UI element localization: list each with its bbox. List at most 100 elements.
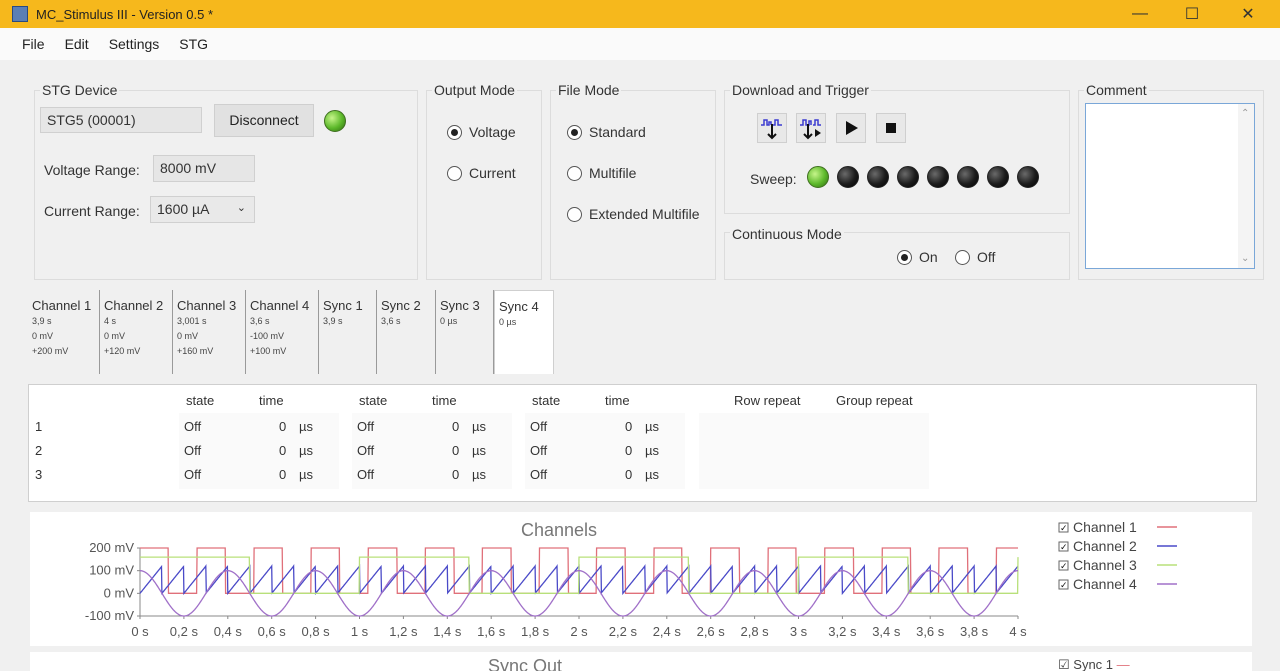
tab-detail: 0 µs (440, 316, 458, 326)
minimize-button[interactable]: — (1112, 0, 1168, 28)
state-cell[interactable]: Off (357, 419, 374, 434)
time-cell[interactable]: 0 (279, 443, 286, 458)
tab-channel-1[interactable]: Channel 1 3,9 s 0 mV +200 mV (28, 290, 100, 374)
time-cell[interactable]: 0 (625, 443, 632, 458)
tab-channel-3[interactable]: Channel 3 3,001 s 0 mV +160 mV (173, 290, 246, 374)
stop-icon[interactable] (876, 113, 906, 143)
radio-label: Voltage (469, 124, 516, 140)
tab-sync-2[interactable]: Sync 2 3,6 s (377, 290, 436, 374)
tab-detail: 0 mV (32, 331, 54, 341)
comment-scrollbar[interactable]: ⌃ ⌄ (1238, 104, 1254, 268)
radio-standard[interactable]: Standard (567, 124, 646, 140)
pulse-table: state time state time state time Row rep… (28, 384, 1257, 502)
tab-channel-2[interactable]: Channel 2 4 s 0 mV +120 mV (100, 290, 173, 374)
state-cell[interactable]: Off (184, 443, 201, 458)
state-cell[interactable]: Off (530, 419, 547, 434)
tab-label: Channel 2 (104, 298, 164, 313)
time-cell[interactable]: 0 (279, 467, 286, 482)
chevron-down-icon: ⌄ (236, 202, 246, 214)
disconnect-button[interactable]: Disconnect (214, 104, 314, 137)
time-cell[interactable]: 0 (452, 419, 459, 434)
tab-channel-4[interactable]: Channel 4 3,6 s -100 mV +100 mV (246, 290, 319, 374)
scroll-down-icon[interactable]: ⌄ (1241, 253, 1249, 264)
time-unit: µs (472, 467, 486, 482)
download-icon[interactable] (757, 113, 787, 143)
radio-label: Off (977, 249, 996, 265)
radio-indicator (567, 165, 582, 181)
comment-title: Comment (1084, 82, 1149, 98)
download-start-icon[interactable] (796, 113, 826, 143)
state-cell[interactable]: Off (357, 467, 374, 482)
radio-voltage[interactable]: Voltage (447, 124, 516, 140)
current-range-select[interactable]: 1600 µA ⌄ (150, 196, 255, 223)
sweep-led (867, 166, 889, 188)
tab-detail: 0 µs (499, 317, 517, 327)
scroll-up-icon[interactable]: ⌃ (1241, 108, 1249, 119)
output-mode-title: Output Mode (432, 82, 517, 98)
time-cell[interactable]: 0 (452, 467, 459, 482)
table-row[interactable]: 1 Off 0 µs Off 0 µs Off 0 µs (29, 415, 1258, 439)
radio-continuous-off[interactable]: Off (955, 249, 995, 265)
tab-detail: +120 mV (104, 346, 141, 356)
legend-label: Channel 4 (1073, 576, 1137, 592)
channels-chart-svg: Channels 200 mV 100 mV 0 mV -100 mV0 s 0,2 s 0… (85, 519, 1177, 639)
time-unit: µs (299, 443, 313, 458)
menu-file[interactable]: File (12, 36, 55, 52)
menu-settings[interactable]: Settings (99, 36, 170, 52)
sync-legend-label: Sync 1 (1073, 657, 1114, 671)
sweep-led (837, 166, 859, 188)
play-icon[interactable] (836, 113, 866, 143)
column-header-state: state (186, 393, 215, 408)
state-cell[interactable]: Off (357, 443, 374, 458)
channel-tabs: Channel 1 3,9 s 0 mV +200 mV Channel 2 4… (28, 290, 554, 374)
table-row[interactable]: 3 Off 0 µs Off 0 µs Off 0 µs (29, 463, 1258, 487)
download-trigger-title: Download and Trigger (730, 82, 871, 98)
maximize-button[interactable]: ☐ (1164, 0, 1220, 28)
file-mode-title: File Mode (556, 82, 622, 98)
time-cell[interactable]: 0 (625, 467, 632, 482)
x-tick-label: 1,6 s (477, 624, 506, 639)
tab-detail: 3,6 s (250, 316, 270, 326)
sweep-led (1017, 166, 1039, 188)
x-tick-label: 3,2 s (828, 624, 857, 639)
tab-sync-4[interactable]: Sync 4 0 µs (494, 290, 554, 374)
time-unit: µs (472, 443, 486, 458)
radio-extended-multifile[interactable]: Extended Multifile (567, 206, 700, 222)
y-tick-label: 0 mV (104, 585, 135, 600)
tab-detail: -100 mV (250, 331, 285, 341)
state-cell[interactable]: Off (184, 419, 201, 434)
time-unit: µs (299, 419, 313, 434)
output-mode-group (426, 90, 542, 280)
tab-sync-1[interactable]: Sync 1 3,9 s (319, 290, 377, 374)
sync-out-title: Sync Out (488, 656, 563, 671)
sync-legend-item[interactable]: ☑ Sync 1 — (1058, 657, 1130, 671)
sweep-label: Sweep: (750, 171, 797, 187)
tab-detail: +160 mV (177, 346, 214, 356)
x-tick-label: 4 s (1009, 624, 1027, 639)
time-cell[interactable]: 0 (279, 419, 286, 434)
radio-continuous-on[interactable]: On (897, 249, 938, 265)
menu-bar: File Edit Settings STG (0, 28, 1280, 60)
close-button[interactable]: ✕ (1220, 0, 1276, 28)
time-cell[interactable]: 0 (625, 419, 632, 434)
connection-led (324, 110, 346, 132)
tab-sync-3[interactable]: Sync 3 0 µs (436, 290, 494, 374)
x-tick-label: 3,8 s (960, 624, 989, 639)
menu-stg[interactable]: STG (169, 36, 218, 52)
state-cell[interactable]: Off (530, 467, 547, 482)
tab-detail: 0 mV (177, 331, 199, 341)
time-cell[interactable]: 0 (452, 443, 459, 458)
radio-multifile[interactable]: Multifile (567, 165, 636, 181)
tab-label: Channel 3 (177, 298, 237, 313)
table-row[interactable]: 2 Off 0 µs Off 0 µs Off 0 µs (29, 439, 1258, 463)
radio-current[interactable]: Current (447, 165, 516, 181)
state-cell[interactable]: Off (530, 443, 547, 458)
menu-edit[interactable]: Edit (55, 36, 99, 52)
state-cell[interactable]: Off (184, 467, 201, 482)
window-title: MC_Stimulus III - Version 0.5 * (36, 6, 214, 22)
current-range-value: 1600 µA (157, 201, 210, 217)
legend-label: Channel 1 (1073, 519, 1137, 535)
row-number: 2 (35, 443, 43, 458)
comment-textarea[interactable]: ⌃ ⌄ (1085, 103, 1255, 269)
tab-label: Sync 2 (381, 298, 421, 313)
